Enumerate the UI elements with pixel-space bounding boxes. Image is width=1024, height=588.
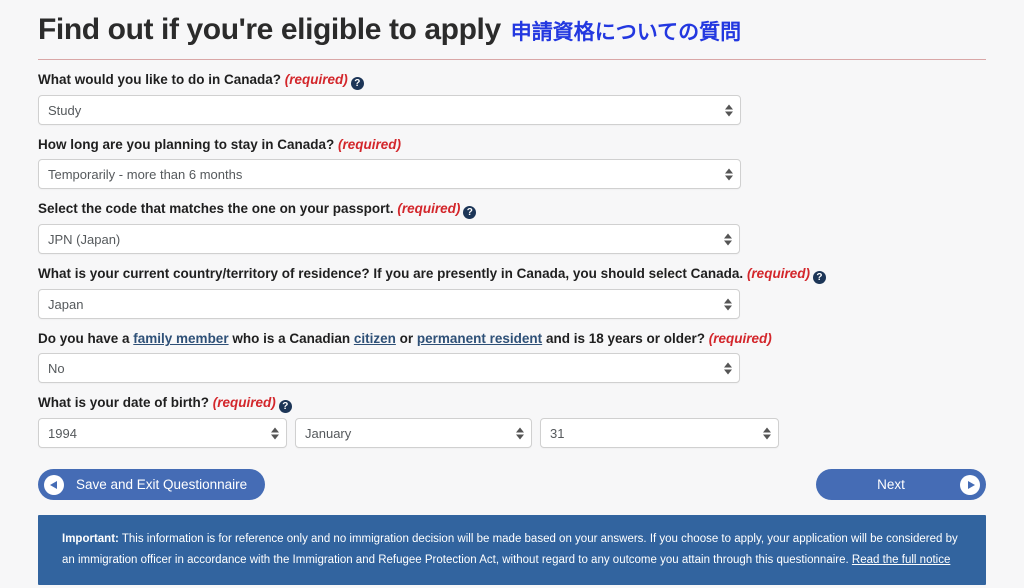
select-display[interactable]: January <box>295 418 532 449</box>
select-value: Japan <box>48 296 84 312</box>
help-icon[interactable]: ? <box>463 206 477 220</box>
help-icon[interactable]: ? <box>812 271 826 285</box>
field-label: What would you like to do in Canada? (re… <box>38 71 986 90</box>
stepper-arrows-icon[interactable] <box>270 425 279 442</box>
select-activity-in-canada[interactable]: Study <box>38 95 741 125</box>
stepper-arrows-icon[interactable] <box>724 102 733 119</box>
select-value: Temporarily - more than 6 months <box>48 166 243 182</box>
select-display[interactable]: JPN (Japan) <box>38 224 740 255</box>
select-country-of-residence[interactable]: Japan <box>38 289 740 320</box>
label-text-part1: Do you have a <box>38 331 134 347</box>
link-permanent-resident[interactable]: permanent resident <box>417 331 542 346</box>
field-label: What is your date of birth? (required)? <box>38 394 986 414</box>
label-text: What is your date of birth? <box>38 395 209 411</box>
stepper-arrows-icon[interactable] <box>724 166 733 183</box>
select-value: 31 <box>550 425 565 441</box>
select-length-of-stay[interactable]: Temporarily - more than 6 months <box>38 159 741 190</box>
select-value: Study <box>48 102 82 118</box>
select-birth-year[interactable]: 1994 <box>38 418 287 449</box>
label-text: What would you like to do in Canada? <box>38 72 281 87</box>
save-and-exit-button[interactable]: Save and Exit Questionnaire <box>38 469 266 501</box>
save-and-exit-label: Save and Exit Questionnaire <box>76 477 248 493</box>
required-marker: (required) <box>338 137 402 152</box>
next-button[interactable]: Next <box>816 469 986 501</box>
stepper-arrows-icon[interactable] <box>762 425 771 442</box>
eligibility-questionnaire-page: Find out if you're eligible to apply 申請資… <box>0 0 1024 588</box>
form-actions: Save and Exit Questionnaire Next <box>38 469 986 501</box>
select-family-member[interactable]: No <box>38 353 740 384</box>
select-value: No <box>48 360 65 376</box>
field-label: Do you have a family member who is a Can… <box>38 330 986 348</box>
stepper-arrows-icon[interactable] <box>515 425 524 442</box>
required-marker: (required) <box>746 266 810 282</box>
select-display[interactable]: 1994 <box>38 418 287 449</box>
title-divider <box>38 59 986 60</box>
required-marker: (required) <box>397 201 461 217</box>
select-display[interactable]: Japan <box>38 289 740 320</box>
stepper-arrows-icon[interactable] <box>723 231 732 248</box>
label-text-part4: and is 18 years or older? <box>542 331 706 347</box>
label-text: What is your current country/territory o… <box>38 266 744 282</box>
field-passport-code: Select the code that matches the one on … <box>38 200 986 255</box>
date-of-birth-row: 1994 January 31 <box>38 418 986 449</box>
page-title-japanese: 申請資格についての質問 <box>510 21 742 44</box>
select-display[interactable]: No <box>38 353 740 384</box>
select-birth-day[interactable]: 31 <box>540 418 779 449</box>
select-value: January <box>305 425 352 441</box>
page-header: Find out if you're eligible to apply 申請資… <box>38 0 986 48</box>
page-title: Find out if you're eligible to apply <box>38 13 501 46</box>
required-marker: (required) <box>284 72 348 87</box>
select-passport-code[interactable]: JPN (Japan) <box>38 224 740 255</box>
label-text: Select the code that matches the one on … <box>38 201 394 217</box>
next-label: Next <box>877 477 905 493</box>
label-text-part2: who is a Canadian <box>228 331 354 347</box>
help-icon[interactable]: ? <box>278 400 292 414</box>
field-country-of-residence: What is your current country/territory o… <box>38 265 986 320</box>
arrow-right-icon <box>960 474 980 495</box>
field-label: What is your current country/territory o… <box>38 265 986 285</box>
important-notice: Important: This information is for refer… <box>38 515 986 585</box>
required-marker: (required) <box>708 331 772 347</box>
select-display[interactable]: Temporarily - more than 6 months <box>38 159 741 190</box>
help-icon[interactable]: ? <box>350 77 364 90</box>
select-display[interactable]: Study <box>38 95 741 125</box>
label-text: How long are you planning to stay in Can… <box>38 137 335 152</box>
field-label: How long are you planning to stay in Can… <box>38 136 986 154</box>
select-display[interactable]: 31 <box>540 418 779 449</box>
label-text-part3: or <box>395 331 417 347</box>
notice-important-label: Important: <box>62 533 119 546</box>
select-birth-month[interactable]: January <box>295 418 532 449</box>
field-family-member: Do you have a family member who is a Can… <box>38 330 986 384</box>
read-full-notice-link[interactable]: Read the full notice <box>852 554 950 566</box>
stepper-arrows-icon[interactable] <box>723 360 732 377</box>
field-label: Select the code that matches the one on … <box>38 200 986 220</box>
notice-text: This information is for reference only a… <box>62 533 958 566</box>
field-length-of-stay: How long are you planning to stay in Can… <box>38 136 986 190</box>
select-value: JPN (Japan) <box>48 231 121 247</box>
stepper-arrows-icon[interactable] <box>723 296 732 313</box>
field-activity-in-canada: What would you like to do in Canada? (re… <box>38 71 986 125</box>
arrow-left-icon <box>44 474 64 495</box>
required-marker: (required) <box>212 395 276 411</box>
link-family-member[interactable]: family member <box>133 331 228 346</box>
link-citizen[interactable]: citizen <box>354 331 396 346</box>
field-date-of-birth: What is your date of birth? (required)? … <box>38 394 986 449</box>
select-value: 1994 <box>48 425 77 441</box>
